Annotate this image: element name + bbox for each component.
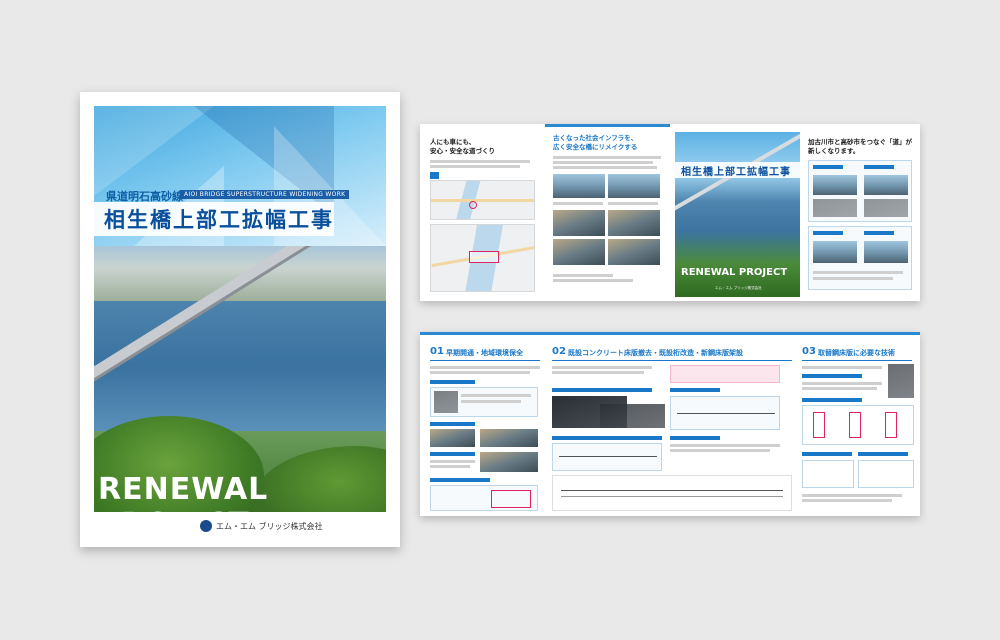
brochure-cover: 県道明石高砂線 AIOI BRIDGE SUPERSTRUCTURE WIDEN…	[80, 92, 400, 547]
spread-top: 人にも車にも、 安心・安全な道づくり 古くなった社会インフラを、 広く安全な橋に…	[420, 124, 920, 301]
cover-subtitle-jp: 県道明石高砂線	[106, 190, 183, 203]
section-3-number: 03	[802, 346, 816, 357]
section-2-photo-2	[600, 404, 665, 428]
company-name: エム・エム ブリッジ株式会社	[216, 521, 323, 531]
p1-heading: 人にも車にも、 安心・安全な道づくり	[430, 138, 495, 156]
section-1-info-box	[430, 387, 538, 417]
construction-photo-2	[608, 210, 660, 236]
section-2-cross-section	[670, 396, 780, 430]
construction-photo-3	[553, 239, 605, 265]
inner-cover-image: 相生橋上部工拡幅工事 RENEWAL PROJECT エム・エム ブリッジ株式会…	[675, 132, 800, 297]
section-3-diagram-2	[802, 460, 854, 488]
construction-photo-1	[553, 210, 605, 236]
p4-heading: 加古川市と高砂市をつなぐ「道」が 新しくなります。	[808, 138, 912, 156]
before-diagram	[808, 160, 912, 222]
section-1-title: 早期開通・地域環境保全	[446, 349, 523, 357]
area-map	[430, 180, 535, 220]
construction-photo-4	[608, 239, 660, 265]
inner-cover-tagline: RENEWAL PROJECT	[681, 267, 788, 278]
section-2-number: 02	[552, 346, 566, 357]
p2-heading: 古くなった社会インフラを、 広く安全な橋にリメイクする	[553, 134, 638, 152]
section-3-diagram-1	[802, 405, 914, 445]
section-3-diagram-3	[858, 460, 914, 488]
company-mark-icon	[200, 520, 212, 532]
section-3-title: 取替鋼床版に必要な技術	[818, 349, 895, 357]
section-1-photo-1	[430, 429, 475, 447]
inner-cover-title: 相生橋上部工拡幅工事	[681, 167, 791, 178]
cover-title-band: 県道明石高砂線 AIOI BRIDGE SUPERSTRUCTURE WIDEN…	[94, 188, 386, 236]
section-2-elevation-drawing	[552, 475, 792, 511]
section-2-note	[670, 365, 780, 383]
section-1-diagram	[430, 485, 538, 511]
company-logo: エム・エム ブリッジ株式会社	[200, 520, 323, 532]
old-bridge-photo-2	[608, 174, 660, 198]
old-bridge-photo-1	[553, 174, 605, 198]
detail-map	[430, 224, 535, 292]
inner-cover-company: エム・エム ブリッジ株式会社	[715, 286, 762, 290]
spread-bottom: 01 早期開通・地域環境保全 02 既設コンクリート床版撤去・既設桁改造・新鋼床…	[420, 332, 920, 516]
section-1-photo-3	[480, 452, 538, 472]
section-2-diagram-1	[552, 443, 662, 471]
section-1-photo-2	[480, 429, 538, 447]
after-diagram	[808, 226, 912, 290]
cover-title: 相生橋上部工拡幅工事	[104, 208, 334, 232]
cover-subtitle-en: AIOI BRIDGE SUPERSTRUCTURE WIDENING WORK	[180, 190, 350, 199]
section-2-title: 既設コンクリート床版撤去・既設桁改造・新鋼床版架設	[568, 349, 743, 357]
section-1-number: 01	[430, 346, 444, 357]
map-label-tag	[430, 172, 440, 179]
section-3-photo-1	[888, 364, 914, 398]
